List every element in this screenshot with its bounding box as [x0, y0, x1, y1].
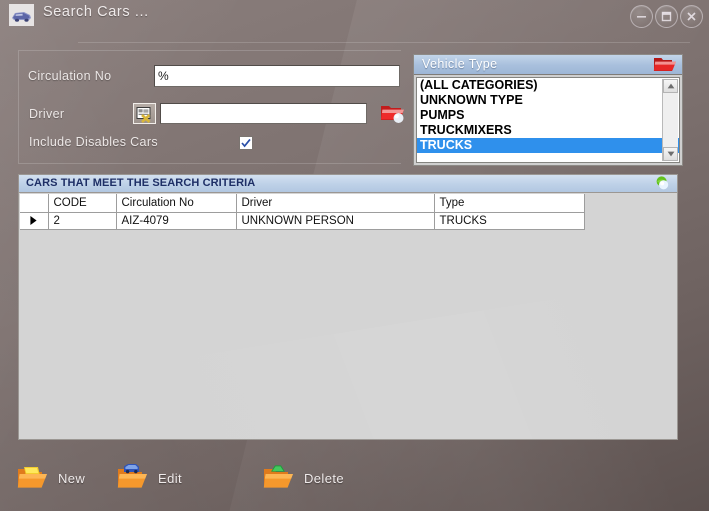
table-header-row: CODE Circulation No Driver Type: [20, 194, 585, 213]
include-disabled-cars-checkbox[interactable]: [239, 136, 253, 150]
close-button[interactable]: [680, 5, 703, 28]
vehicle-type-header: Vehicle Type: [414, 55, 682, 75]
yellow-folder-icon: [16, 462, 50, 495]
results-grid[interactable]: CODE Circulation No Driver Type 2 AIZ-40…: [20, 194, 676, 438]
checkmark-icon: [240, 137, 252, 149]
title-divider: [78, 42, 690, 43]
cell-circulation-no: AIZ-4079: [116, 212, 237, 230]
include-disabled-cars-label: Include Disables Cars: [29, 135, 158, 149]
list-item[interactable]: UNKNOWN TYPE: [417, 93, 679, 108]
driver-input[interactable]: [160, 103, 367, 124]
driver-folder-button[interactable]: [379, 100, 407, 126]
list-item[interactable]: TRUCKMIXERS: [417, 123, 679, 138]
list-item[interactable]: (ALL CATEGORIES): [417, 78, 679, 93]
results-globe-button[interactable]: [653, 175, 673, 192]
column-header-driver[interactable]: Driver: [236, 194, 435, 213]
vehicle-type-listbox[interactable]: (ALL CATEGORIES) UNKNOWN TYPE PUMPS TRUC…: [416, 77, 680, 163]
column-header-selector[interactable]: [20, 194, 49, 213]
vehicle-type-title: Vehicle Type: [422, 57, 498, 71]
listbox-scrollbar[interactable]: [662, 79, 678, 161]
vehicle-type-folder-button[interactable]: [651, 54, 679, 76]
cell-type: TRUCKS: [434, 212, 585, 230]
table-row[interactable]: 2 AIZ-4079 UNKNOWN PERSON TRUCKS: [20, 212, 585, 230]
car-icon: [9, 4, 34, 26]
window-title: Search Cars ...: [43, 4, 149, 20]
vehicle-type-panel: Vehicle Type (ALL CATEGORIES) UNKNOWN TY…: [413, 54, 683, 166]
circulation-no-label: Circulation No: [28, 69, 112, 83]
column-header-type[interactable]: Type: [434, 194, 585, 213]
bottom-toolbar: New Edit Delete: [0, 453, 709, 511]
driver-lookup-button[interactable]: [133, 103, 156, 124]
new-button-label: New: [58, 470, 86, 486]
results-table: CODE Circulation No Driver Type 2 AIZ-40…: [20, 194, 585, 230]
cell-code: 2: [48, 212, 117, 230]
globe-icon: [654, 176, 672, 194]
delete-button[interactable]: Delete: [262, 461, 344, 495]
red-open-folder-icon: [652, 58, 678, 78]
column-header-circulation-no[interactable]: Circulation No: [116, 194, 237, 213]
blue-car-folder-icon: [116, 462, 150, 495]
red-folder-icon: [379, 106, 407, 129]
green-folder-icon: [262, 462, 296, 495]
list-item-selected[interactable]: TRUCKS: [417, 138, 679, 153]
row-selector-arrow-icon[interactable]: [20, 212, 49, 230]
edit-button[interactable]: Edit: [116, 461, 182, 495]
column-header-code[interactable]: CODE: [48, 194, 117, 213]
minimize-button[interactable]: [630, 5, 653, 28]
results-header: CARS THAT MEET THE SEARCH CRITERIA: [19, 175, 677, 193]
scroll-down-arrow-icon[interactable]: [663, 147, 678, 161]
driver-label: Driver: [29, 107, 65, 121]
search-cars-window: Search Cars ... Circulation No Driver: [0, 0, 709, 511]
edit-button-label: Edit: [158, 470, 183, 486]
new-button[interactable]: New: [16, 461, 85, 495]
results-title: CARS THAT MEET THE SEARCH CRITERIA: [26, 177, 256, 189]
circulation-no-input[interactable]: [154, 65, 400, 87]
delete-button-label: Delete: [304, 470, 344, 486]
results-panel: CARS THAT MEET THE SEARCH CRITERIA CODE …: [18, 174, 678, 440]
cell-driver: UNKNOWN PERSON: [236, 212, 435, 230]
id-card-lookup-icon: [134, 106, 155, 123]
scroll-up-arrow-icon[interactable]: [663, 79, 678, 93]
maximize-button[interactable]: [655, 5, 678, 28]
list-item[interactable]: PUMPS: [417, 108, 679, 123]
title-bar: Search Cars ...: [0, 0, 709, 34]
